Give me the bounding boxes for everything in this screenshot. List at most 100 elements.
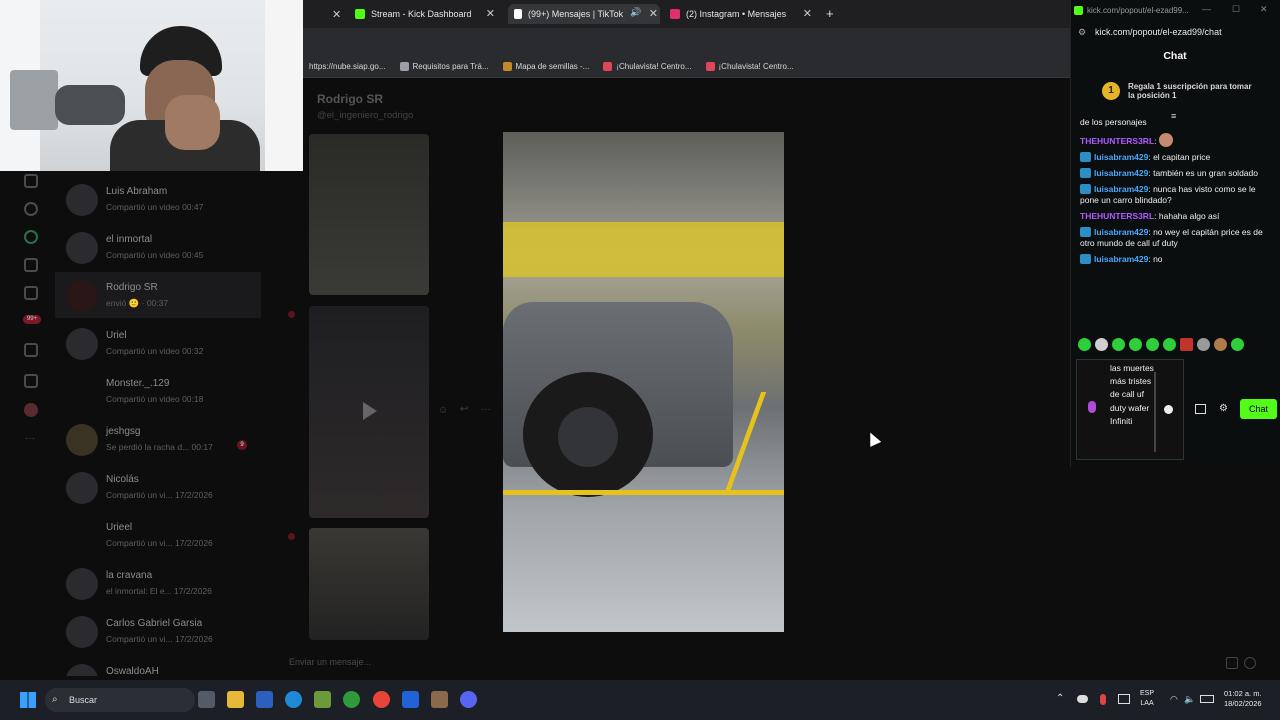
list-item[interactable]: jeshgsg Se perdió la racha d... 00:17 9 xyxy=(55,416,261,462)
list-item[interactable]: el inmortal Compartió un video 00:45 xyxy=(55,224,261,270)
reply-icon[interactable]: ↩ xyxy=(460,404,468,415)
edge-icon[interactable] xyxy=(285,691,302,708)
tab-kick-dashboard[interactable]: Stream - Kick Dashboard ✕ xyxy=(355,4,495,24)
address-bar[interactable] xyxy=(303,28,1070,56)
video-thumbnail[interactable] xyxy=(309,134,429,295)
emote xyxy=(1158,133,1173,147)
list-item[interactable]: Nicolás Compartió un vi... 17/2/2026 xyxy=(55,464,261,510)
new-tab-button[interactable]: + xyxy=(826,6,834,21)
message-input[interactable]: Enviar un mensaje... xyxy=(289,657,371,667)
emoji-react-icon[interactable]: ☺ xyxy=(438,405,448,416)
store-icon[interactable] xyxy=(1195,404,1206,414)
emote[interactable] xyxy=(1180,338,1193,351)
site-settings-icon[interactable]: ⚙ xyxy=(1078,27,1086,38)
more-icon[interactable]: ··· xyxy=(481,404,491,415)
app-icon[interactable] xyxy=(431,691,448,708)
kick-icon xyxy=(355,9,365,19)
video-thumbnail[interactable] xyxy=(309,528,429,640)
camera-icon[interactable] xyxy=(1118,694,1130,704)
windows-start-icon[interactable] xyxy=(20,692,36,708)
send-chat-button[interactable]: Chat xyxy=(1240,399,1277,419)
emote[interactable] xyxy=(1129,338,1142,351)
language-indicator[interactable]: ESP LAA xyxy=(1140,689,1154,709)
close-icon[interactable]: ✕ xyxy=(332,8,341,21)
video-player[interactable] xyxy=(503,132,784,632)
upload-icon[interactable] xyxy=(24,374,38,388)
file-explorer-icon[interactable] xyxy=(227,691,244,708)
emote-bar xyxy=(1078,338,1273,354)
emote[interactable] xyxy=(1231,338,1244,351)
list-item[interactable]: Uriel Compartió un video 00:32 xyxy=(55,320,261,366)
battery-icon[interactable] xyxy=(1200,695,1214,703)
minecraft-icon[interactable] xyxy=(314,691,331,708)
emote[interactable] xyxy=(1095,338,1108,351)
list-item[interactable]: Rodrigo SR envió 🙂 · 00:37 xyxy=(55,272,261,318)
emote[interactable] xyxy=(1163,338,1176,351)
close-icon[interactable]: ✕ xyxy=(1260,4,1268,15)
messages-icon[interactable] xyxy=(24,343,38,357)
error-icon xyxy=(288,311,295,318)
outlook-icon[interactable] xyxy=(402,691,419,708)
emoji-icon[interactable] xyxy=(1164,405,1173,414)
gif-icon[interactable] xyxy=(1226,657,1238,669)
friends-icon[interactable] xyxy=(24,258,38,272)
more-icon[interactable]: ··· xyxy=(25,433,35,444)
home-icon[interactable] xyxy=(24,174,38,188)
tab-instagram[interactable]: (2) Instagram • Mensajes ✕ xyxy=(670,4,812,24)
chrome-icon[interactable] xyxy=(373,691,390,708)
live-icon[interactable] xyxy=(24,286,38,300)
emote[interactable] xyxy=(1078,338,1091,351)
gear-icon[interactable]: ⚙ xyxy=(1219,403,1228,414)
maximize-icon[interactable]: ☐ xyxy=(1232,4,1240,15)
avatar xyxy=(66,328,98,360)
sub-gift-promo[interactable]: 1 Regala 1 suscripción para tomar la pos… xyxy=(1072,76,1278,106)
taskbar-search[interactable] xyxy=(45,688,195,712)
close-icon[interactable]: ✕ xyxy=(486,7,495,20)
task-view-icon[interactable] xyxy=(198,691,215,708)
profile-icon[interactable] xyxy=(24,403,38,417)
discord-icon[interactable] xyxy=(460,691,477,708)
list-item[interactable]: la cravana el inmortal: El e... 17/2/2026 xyxy=(55,560,261,606)
bookmark[interactable]: ¡Chulavista! Centro... xyxy=(705,62,794,71)
list-item[interactable]: Luis Abraham Compartió un video 00:47 xyxy=(55,176,261,222)
store-icon[interactable] xyxy=(256,691,273,708)
list-item[interactable]: OswaldoAH xyxy=(55,656,261,676)
speaker-icon[interactable]: 🔈 xyxy=(1184,694,1195,705)
speaker-icon[interactable]: 🔊 xyxy=(630,7,641,18)
microphone-icon[interactable] xyxy=(1100,694,1106,705)
xbox-icon[interactable] xyxy=(343,691,360,708)
emote[interactable] xyxy=(1146,338,1159,351)
bookmark[interactable]: ¡Chulavista! Centro... xyxy=(603,62,692,71)
bookmark[interactable]: Requisitos para Trá... xyxy=(399,62,489,71)
close-icon[interactable]: ✕ xyxy=(649,7,658,20)
kick-url[interactable]: kick.com/popout/el-ezad99/chat xyxy=(1095,27,1222,37)
bookmark[interactable]: https://nube.siap.go... xyxy=(309,62,386,71)
close-icon[interactable]: ✕ xyxy=(803,7,812,20)
explore-icon[interactable] xyxy=(24,202,38,216)
list-item[interactable]: Carlos Gabriel Garsia Compartió un vi... … xyxy=(55,608,261,654)
bookmark[interactable]: Mapa de semillas -... xyxy=(502,62,589,71)
minimize-icon[interactable]: — xyxy=(1202,4,1211,14)
video-thumbnail[interactable] xyxy=(309,306,429,518)
tab-tiktok[interactable]: (99+) Mensajes | TikTok 🔊 ✕ xyxy=(508,4,660,24)
play-icon xyxy=(363,402,377,420)
cloud-icon[interactable] xyxy=(1077,695,1088,703)
microphone-icon[interactable] xyxy=(1088,401,1096,413)
list-item[interactable]: Monster._.129 Compartió un video 00:18 xyxy=(55,368,261,414)
emote[interactable] xyxy=(1197,338,1210,351)
avatar xyxy=(66,568,98,600)
emote[interactable] xyxy=(1214,338,1227,351)
list-item[interactable]: Urieel Compartió un vi... 17/2/2026 xyxy=(55,512,261,558)
search-icon: ⌕ xyxy=(52,694,58,705)
conversation-username: @el_ingeniero_rodrigo xyxy=(317,110,414,121)
wifi-icon[interactable]: ◠ xyxy=(1170,694,1178,705)
clock[interactable]: 01:02 a. m. 18/02/2026 xyxy=(1224,689,1262,709)
bookmarks-bar: https://nube.siap.go... Requisitos para … xyxy=(303,56,1070,78)
emote[interactable] xyxy=(1112,338,1125,351)
chevron-up-icon[interactable]: ⌃ xyxy=(1056,693,1064,704)
emoji-icon[interactable] xyxy=(1244,657,1256,669)
scrollbar[interactable] xyxy=(1154,372,1156,452)
following-icon[interactable] xyxy=(24,230,38,244)
avatar xyxy=(66,424,98,456)
chat-input-text: las muertes más tristes de call uf duty … xyxy=(1110,363,1154,426)
